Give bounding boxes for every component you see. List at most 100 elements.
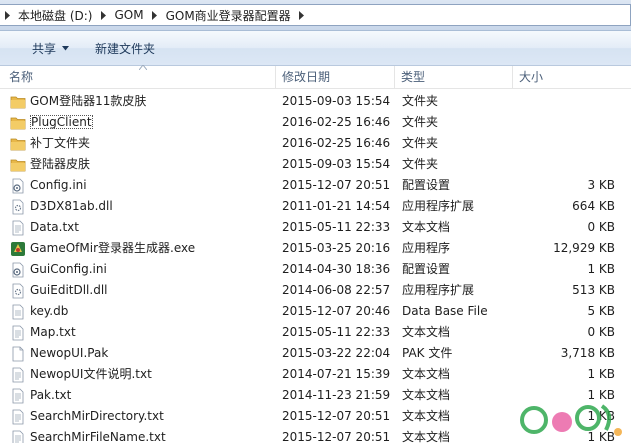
file-row[interactable]: NewopUI文件说明.txt 2014-07-21 15:39 文本文档 1 … (0, 364, 631, 385)
file-date: 2014-11-23 21:59 (282, 388, 391, 402)
file-row[interactable]: SearchMirFileName.txt 2015-12-07 20:51 文… (0, 427, 631, 443)
file-name: SearchMirDirectory.txt (30, 409, 164, 423)
file-type: 文件夹 (402, 94, 439, 108)
file-name: Pak.txt (30, 388, 72, 402)
file-row[interactable]: NewopUI.Pak 2015-03-22 22:04 PAK 文件 3,71… (0, 343, 631, 364)
file-size: 1 KB (587, 409, 615, 423)
file-date: 2014-06-08 22:57 (282, 283, 391, 297)
file-type: 文本文档 (402, 367, 451, 381)
file-type: 文件夹 (402, 136, 439, 150)
file-name: 登陆器皮肤 (30, 157, 91, 171)
breadcrumb-separator-icon[interactable] (96, 5, 110, 25)
share-button-label: 共享 (32, 41, 57, 56)
column-header-date-label: 修改日期 (282, 70, 331, 84)
file-size: 0 KB (587, 220, 615, 234)
file-type: 配置设置 (402, 178, 451, 192)
file-size (513, 91, 615, 112)
file-name: GuiEditDll.dll (30, 283, 108, 297)
file-row[interactable]: GOM登陆器11款皮肤 2015-09-03 15:54 文件夹 (0, 91, 631, 112)
file-date: 2016-02-25 16:46 (282, 136, 391, 150)
sort-ascending-icon (139, 65, 147, 70)
file-date: 2015-09-03 15:54 (282, 94, 391, 108)
file-date: 2015-05-11 22:33 (282, 220, 391, 234)
file-size: 1 KB (587, 367, 615, 381)
file-type: 文本文档 (402, 325, 451, 339)
column-header-name[interactable]: 名称 (3, 65, 276, 88)
db-file-icon (10, 301, 26, 322)
file-row[interactable]: Data.txt 2015-05-11 22:33 文本文档 0 KB (0, 217, 631, 238)
address-bar: 本地磁盘 (D:) GOM GOM商业登录器配置器 (0, 0, 631, 31)
file-row[interactable]: PlugClient 2016-02-25 16:46 文件夹 (0, 112, 631, 133)
file-size: 664 KB (572, 199, 615, 213)
file-type: 应用程序扩展 (402, 199, 475, 213)
column-header-size[interactable]: 大小 (513, 66, 631, 88)
file-name: PlugClient (30, 115, 93, 129)
file-type: Data Base File (402, 304, 488, 318)
text-file-icon (10, 385, 26, 406)
file-row[interactable]: GuiEditDll.dll 2014-06-08 22:57 应用程序扩展 5… (0, 280, 631, 301)
column-header-type[interactable]: 类型 (395, 66, 513, 88)
text-file-icon (10, 406, 26, 427)
generic-file-icon (10, 343, 26, 364)
file-type: 文本文档 (402, 388, 451, 402)
config-file-icon (10, 175, 26, 196)
file-row[interactable]: GameOfMir登录器生成器.exe 2015-03-25 20:16 应用程… (0, 238, 631, 259)
file-size: 0 KB (587, 325, 615, 339)
file-row[interactable]: Config.ini 2015-12-07 20:51 配置设置 3 KB (0, 175, 631, 196)
file-type: 文本文档 (402, 430, 451, 443)
file-date: 2015-12-07 20:51 (282, 409, 391, 423)
file-type: 文件夹 (402, 115, 439, 129)
breadcrumb-segment-gom[interactable]: GOM (110, 5, 147, 25)
file-type: 应用程序扩展 (402, 283, 475, 297)
file-date: 2015-09-03 15:54 (282, 157, 391, 171)
dll-file-icon (10, 196, 26, 217)
file-size (513, 133, 615, 154)
chevron-down-icon (62, 45, 70, 50)
file-name: D3DX81ab.dll (30, 199, 113, 213)
file-type: 配置设置 (402, 262, 451, 276)
file-size: 12,929 KB (553, 241, 615, 255)
folder-icon (10, 133, 26, 154)
column-header-date[interactable]: 修改日期 (276, 66, 395, 88)
file-date: 2011-01-21 14:54 (282, 199, 391, 213)
breadcrumb-segment-drive[interactable]: 本地磁盘 (D:) (14, 5, 96, 25)
new-folder-button-label: 新建文件夹 (95, 41, 156, 56)
file-type: 文本文档 (402, 409, 451, 423)
breadcrumb-segment-current[interactable]: GOM商业登录器配置器 (162, 5, 295, 25)
file-row[interactable]: key.db 2015-12-07 20:46 Data Base File 5… (0, 301, 631, 322)
breadcrumb-separator-icon[interactable] (295, 5, 309, 25)
folder-icon (10, 112, 26, 133)
file-date: 2015-03-22 22:04 (282, 346, 391, 360)
file-name: GuiConfig.ini (30, 262, 107, 276)
file-row[interactable]: SearchMirDirectory.txt 2015-12-07 20:51 … (0, 406, 631, 427)
file-date: 2015-05-11 22:33 (282, 325, 391, 339)
column-header-size-label: 大小 (519, 70, 544, 84)
new-folder-button[interactable]: 新建文件夹 (87, 37, 163, 59)
file-name: NewopUI.Pak (30, 346, 109, 360)
file-list: GOM登陆器11款皮肤 2015-09-03 15:54 文件夹 PlugCli… (0, 91, 631, 443)
file-size: 1 KB (587, 388, 615, 402)
file-row[interactable]: 登陆器皮肤 2015-09-03 15:54 文件夹 (0, 154, 631, 175)
file-date: 2015-12-07 20:51 (282, 430, 391, 443)
file-date: 2014-07-21 15:39 (282, 367, 391, 381)
file-row[interactable]: 补丁文件夹 2016-02-25 16:46 文件夹 (0, 133, 631, 154)
file-size: 513 KB (572, 283, 615, 297)
file-date: 2015-12-07 20:46 (282, 304, 391, 318)
file-name: GOM登陆器11款皮肤 (30, 94, 147, 108)
file-row[interactable]: Map.txt 2015-05-11 22:33 文本文档 0 KB (0, 322, 631, 343)
dll-file-icon (10, 280, 26, 301)
file-name: 补丁文件夹 (30, 136, 91, 150)
text-file-icon (10, 217, 26, 238)
share-button[interactable]: 共享 (24, 37, 77, 59)
file-type: PAK 文件 (402, 346, 453, 360)
file-size (513, 112, 615, 133)
breadcrumb-separator-icon[interactable] (148, 5, 162, 25)
breadcrumb-separator-icon[interactable] (0, 5, 14, 25)
file-row[interactable]: Pak.txt 2014-11-23 21:59 文本文档 1 KB (0, 385, 631, 406)
text-file-icon (10, 427, 26, 443)
file-row[interactable]: D3DX81ab.dll 2011-01-21 14:54 应用程序扩展 664… (0, 196, 631, 217)
file-row[interactable]: GuiConfig.ini 2014-04-30 18:36 配置设置 1 KB (0, 259, 631, 280)
file-name: SearchMirFileName.txt (30, 430, 166, 443)
breadcrumb[interactable]: 本地磁盘 (D:) GOM GOM商业登录器配置器 (0, 4, 631, 26)
column-header-type-label: 类型 (401, 70, 426, 84)
